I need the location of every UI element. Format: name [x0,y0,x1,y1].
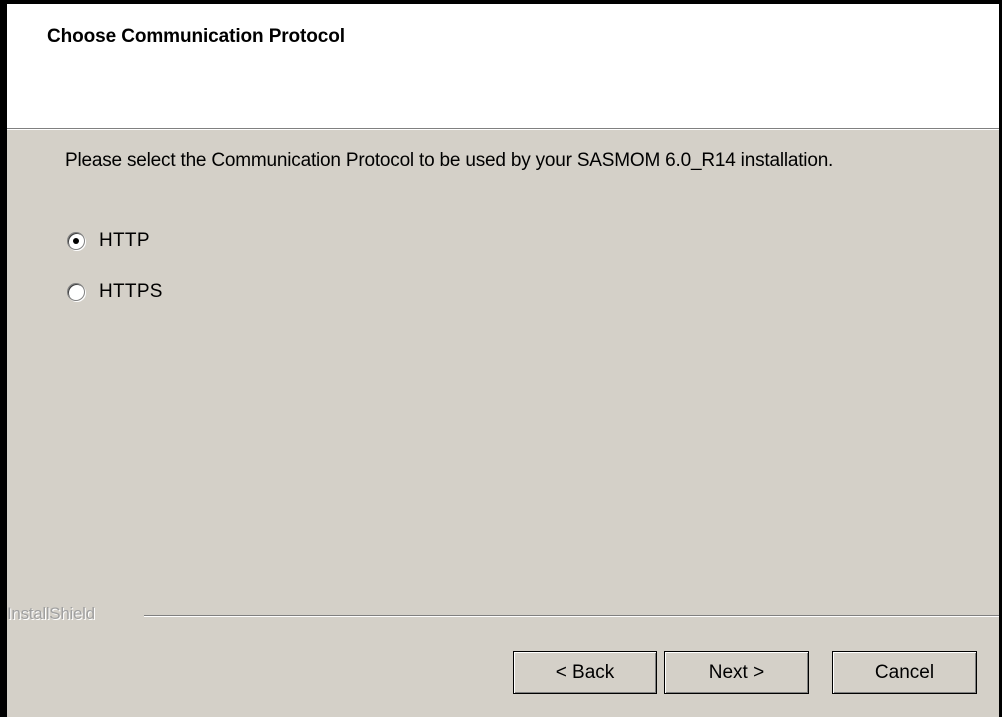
radio-label-https[interactable]: HTTPS [99,281,163,303]
cancel-button[interactable]: Cancel [832,651,977,694]
back-button[interactable]: < Back [513,651,657,694]
radio-option-https[interactable]: HTTPS [67,280,163,304]
installshield-brand: InstallShield [7,604,95,623]
separator-line [144,615,999,617]
installer-dialog: Choose Communication Protocol Please sel… [0,0,1002,717]
dialog-header: Choose Communication Protocol [7,4,999,129]
radio-dot [73,238,79,244]
radio-option-http[interactable]: HTTP [67,229,150,253]
radio-unselected-icon[interactable] [67,283,85,301]
instruction-text: Please select the Communication Protocol… [65,150,834,171]
page-title: Choose Communication Protocol [47,26,345,47]
radio-label-http[interactable]: HTTP [99,230,150,252]
installshield-separator: InstallShield [7,604,999,624]
radio-selected-icon[interactable] [67,232,85,250]
next-button[interactable]: Next > [664,651,809,694]
